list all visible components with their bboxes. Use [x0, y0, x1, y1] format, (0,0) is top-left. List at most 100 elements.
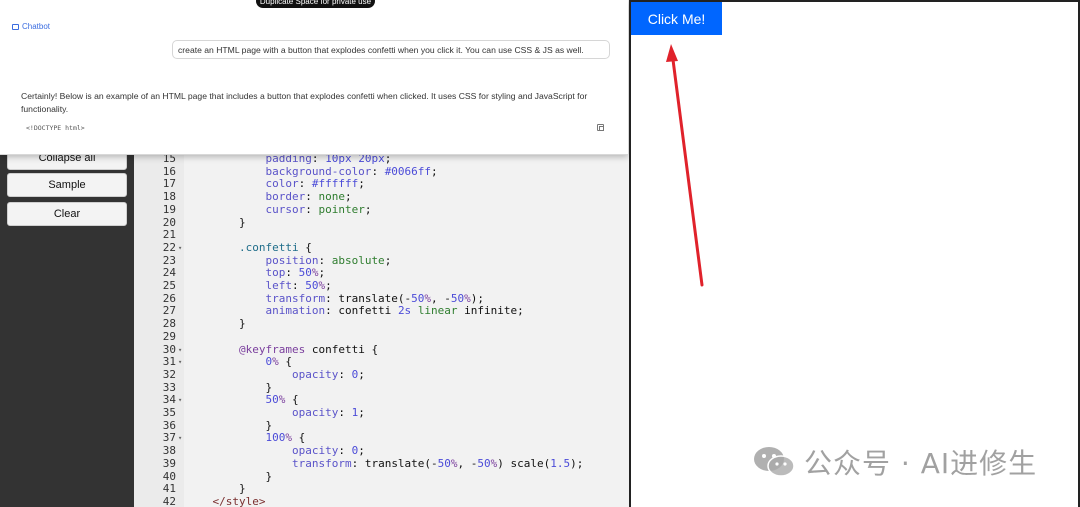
code-text: .confetti {	[186, 241, 312, 254]
code-token: transform	[186, 291, 326, 305]
code-token: }	[186, 482, 246, 496]
code-token: 50	[305, 279, 319, 292]
code-line: 31 ▾ 0% {	[134, 355, 630, 368]
code-token: #ffffff	[311, 177, 359, 191]
code-line: 28 }	[134, 317, 630, 330]
code-token: absolute	[331, 253, 385, 267]
code-text: opacity: 1;	[186, 406, 365, 419]
code-line: 21	[134, 228, 630, 241]
code-token: 2s	[397, 304, 412, 318]
code-token: %	[450, 456, 458, 470]
code-token: animation	[186, 304, 326, 318]
code-token: ;	[358, 177, 365, 191]
line-number: 25	[162, 279, 176, 292]
line-number: 36	[162, 418, 176, 432]
chat-panel: Duplicate Space for private use Chatbot …	[0, 0, 628, 155]
code-text: </style>	[186, 495, 265, 507]
code-token: 50	[477, 456, 491, 470]
code-token: .confetti	[186, 240, 299, 254]
code-token: ;	[344, 190, 352, 204]
line-number: 28	[162, 317, 176, 331]
copy-icon[interactable]	[597, 124, 604, 131]
code-token: none	[318, 190, 345, 204]
code-line: 16 background-color: #0066ff;	[134, 165, 630, 178]
code-token: {	[285, 393, 299, 407]
code-text: }	[186, 419, 272, 432]
chatbot-label-text: Chatbot	[22, 22, 51, 31]
code-line: 27 animation: confetti 2s linear infinit…	[134, 304, 630, 317]
code-token: opacity	[186, 444, 339, 458]
code-line: 37 ▾ 100% {	[134, 431, 630, 444]
code-token: pointer	[318, 202, 365, 216]
code-line: 39 transform: translate(-50%, -50%) scal…	[134, 457, 630, 470]
code-token: transform	[186, 456, 352, 470]
line-number: 21	[162, 228, 176, 242]
code-token: ;	[364, 202, 372, 216]
code-text: top: 50%;	[186, 266, 325, 279]
code-token: :	[305, 202, 319, 216]
code-token: background-color	[186, 164, 372, 178]
code-text: animation: confetti 2s linear infinite;	[186, 304, 523, 318]
code-token: position	[186, 253, 319, 267]
code-token: ;	[358, 406, 365, 419]
code-token: ;	[384, 253, 392, 267]
code-line: 26 transform: translate(-50%, -50%);	[134, 292, 630, 305]
code-text: background-color: #0066ff;	[186, 164, 438, 178]
code-text: transform: translate(-50%, -50%);	[186, 292, 484, 305]
line-number: 20	[162, 215, 176, 229]
line-number: 29	[162, 329, 176, 343]
line-number: 39	[162, 456, 176, 470]
line-number: 32	[162, 367, 176, 381]
code-token: : confetti	[325, 304, 398, 318]
code-token: :	[371, 164, 385, 178]
user-message: create an HTML page with a button that e…	[172, 40, 610, 59]
line-number: 22	[162, 240, 176, 254]
code-token: :	[291, 279, 306, 292]
sample-button[interactable]: Sample	[7, 173, 127, 197]
code-line: 20 }	[134, 216, 630, 229]
code-token: ;	[431, 164, 438, 178]
code-token: {	[278, 355, 292, 369]
code-text: }	[186, 470, 272, 483]
chatbot-label: Chatbot	[12, 22, 50, 31]
code-text: cursor: pointer;	[186, 203, 371, 216]
code-token: 50	[411, 291, 425, 305]
code-text: }	[186, 482, 246, 495]
code-token: linear	[417, 304, 458, 318]
code-token: }	[186, 380, 273, 394]
code-token: {	[291, 431, 306, 445]
code-block-preview: <!DOCTYPE html>	[26, 124, 85, 132]
code-line: 19 cursor: pointer;	[134, 203, 630, 216]
code-token: : translate(-	[351, 456, 438, 470]
code-token: :	[285, 266, 299, 280]
code-token: {	[298, 240, 312, 254]
line-number: 30	[162, 342, 176, 356]
code-token: 100	[186, 431, 286, 445]
code-line: 42 </style>	[134, 495, 630, 507]
code-line: 34 ▾ 50% {	[134, 393, 630, 406]
code-token: 50	[437, 456, 451, 470]
code-line: 17 color: #ffffff;	[134, 177, 630, 190]
code-token: }	[186, 317, 246, 331]
duplicate-space-badge[interactable]: Duplicate Space for private use	[256, 0, 375, 8]
code-token: :	[338, 444, 352, 458]
code-token: :	[318, 253, 332, 267]
line-number: 41	[162, 482, 176, 496]
code-text: @keyframes confetti {	[186, 343, 378, 356]
code-text: 50% {	[186, 393, 299, 407]
code-text: }	[186, 216, 246, 229]
code-text: color: #ffffff;	[186, 177, 365, 191]
code-line: 38 opacity: 0;	[134, 444, 630, 457]
code-text: left: 50%;	[186, 279, 331, 292]
code-token: ) scale(	[497, 456, 551, 470]
code-line: 18 border: none;	[134, 190, 630, 203]
code-token: 50	[450, 291, 465, 305]
code-text: 100% {	[186, 431, 305, 444]
code-token: }	[186, 418, 273, 432]
line-number: 34	[162, 393, 176, 407]
clear-button[interactable]: Clear	[7, 202, 127, 226]
arrow-head	[666, 44, 678, 62]
bot-message: Certainly! Below is an example of an HTM…	[21, 91, 588, 114]
code-token: left	[186, 279, 292, 292]
code-token: 1.5	[550, 456, 571, 470]
